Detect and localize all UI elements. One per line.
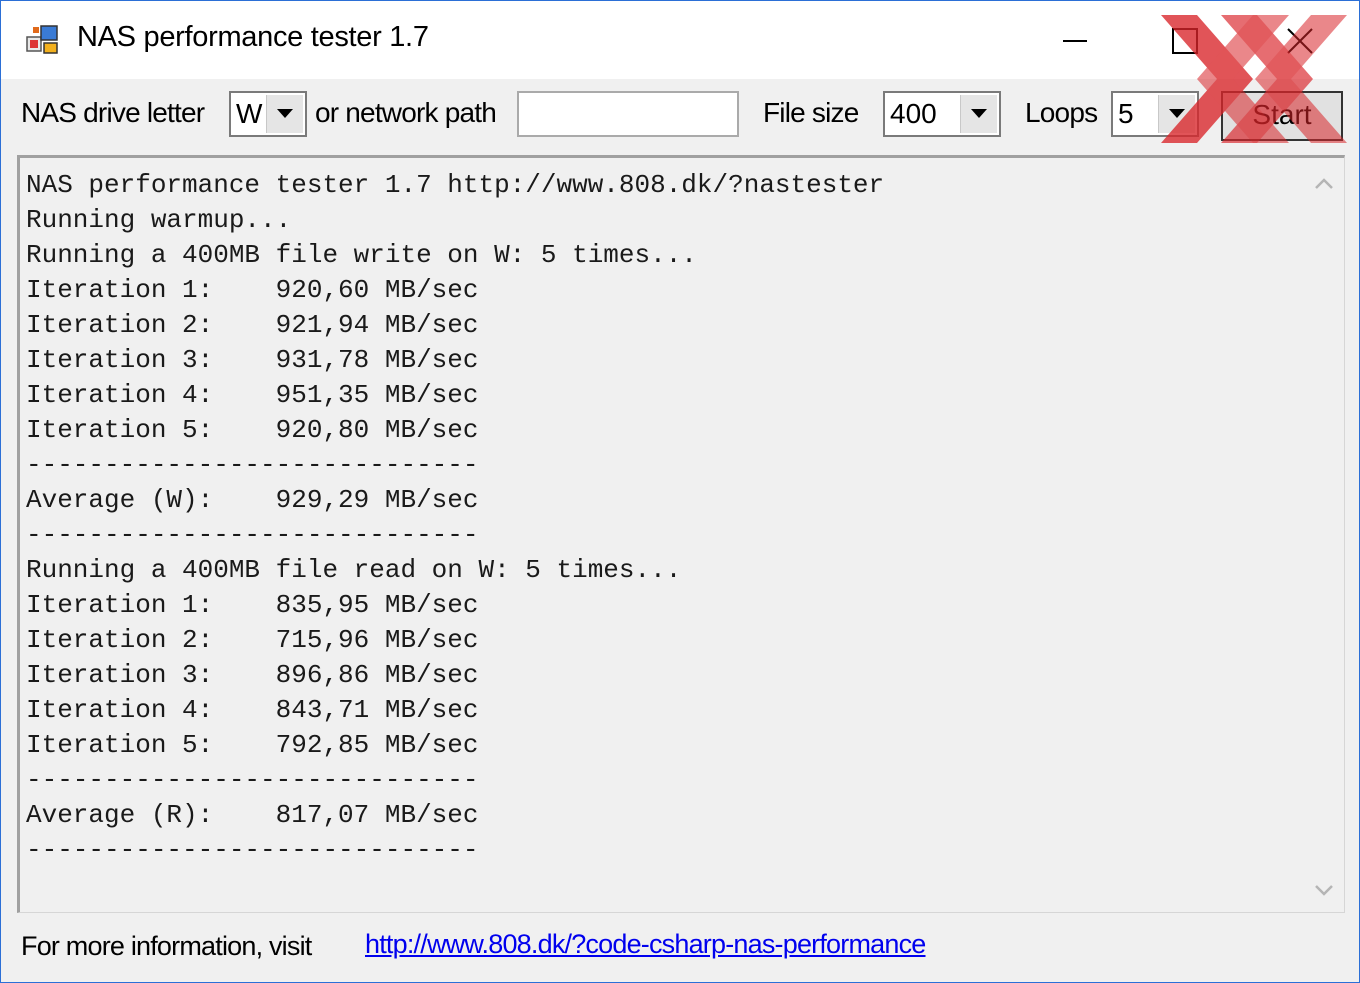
output-line: ----------------------------- (26, 520, 479, 550)
output-line: Iteration 5: 792,85 MB/sec (26, 730, 479, 760)
output-line: ----------------------------- (26, 835, 479, 865)
output-line: Running a 400MB file write on W: 5 times… (26, 240, 697, 270)
network-path-input[interactable] (517, 91, 739, 137)
window-title: NAS performance tester 1.7 (77, 21, 429, 53)
maximize-icon[interactable] (1157, 15, 1213, 67)
drive-letter-select[interactable]: W (229, 91, 307, 137)
file-size-label: File size (763, 97, 859, 128)
output-line: Iteration 3: 931,78 MB/sec (26, 345, 479, 375)
loops-dropdown-button[interactable] (1158, 95, 1195, 133)
chevron-down-icon (277, 109, 293, 118)
output-line: Iteration 2: 921,94 MB/sec (26, 310, 479, 340)
chevron-down-icon (1169, 109, 1185, 118)
loops-select[interactable]: 5 (1111, 91, 1199, 137)
loops-label: Loops (1025, 97, 1098, 128)
output-line: Iteration 4: 843,71 MB/sec (26, 695, 479, 725)
file-size-value: 400 (890, 98, 937, 129)
vertical-scrollbar[interactable] (1304, 158, 1344, 912)
app-icon (26, 25, 58, 54)
start-button[interactable]: Start (1221, 91, 1343, 141)
app-window: NAS performance tester 1.7 NAS drive let… (0, 0, 1360, 983)
drive-dropdown-button[interactable] (266, 95, 303, 133)
scroll-down-icon[interactable] (1314, 884, 1334, 898)
footer-link[interactable]: http://www.808.dk/?code-csharp-nas-perfo… (365, 929, 926, 960)
output-line: Iteration 5: 920,80 MB/sec (26, 415, 479, 445)
scroll-up-icon[interactable] (1314, 176, 1334, 190)
title-bar[interactable]: NAS performance tester 1.7 (1, 1, 1359, 79)
drive-letter-label: NAS drive letter (21, 97, 205, 128)
output-text: NAS performance tester 1.7 http://www.80… (26, 168, 884, 868)
drive-letter-value: W (236, 98, 263, 129)
output-line: Iteration 2: 715,96 MB/sec (26, 625, 479, 655)
output-line: Average (W): 929,29 MB/sec (26, 485, 479, 515)
close-icon[interactable] (1271, 15, 1327, 67)
output-line: Iteration 4: 951,35 MB/sec (26, 380, 479, 410)
output-line: ----------------------------- (26, 450, 479, 480)
output-line: ----------------------------- (26, 765, 479, 795)
output-line: Iteration 1: 835,95 MB/sec (26, 590, 479, 620)
output-line: Average (R): 817,07 MB/sec (26, 800, 479, 830)
loops-value: 5 (1118, 98, 1134, 129)
minimize-icon[interactable] (1047, 15, 1103, 67)
network-path-label: or network path (315, 97, 497, 128)
footer-info-label: For more information, visit (21, 931, 312, 961)
output-line: Running warmup... (26, 205, 292, 235)
chevron-down-icon (971, 109, 987, 118)
output-line: Iteration 1: 920,60 MB/sec (26, 275, 479, 305)
output-line: NAS performance tester 1.7 http://www.80… (26, 170, 885, 200)
file-size-select[interactable]: 400 (883, 91, 1001, 137)
file-size-dropdown-button[interactable] (960, 95, 997, 133)
output-line: Running a 400MB file read on W: 5 times.… (26, 555, 682, 585)
output-line: Iteration 3: 896,86 MB/sec (26, 660, 479, 690)
output-log[interactable]: NAS performance tester 1.7 http://www.80… (17, 155, 1345, 913)
toolbar: NAS drive letter W or network path File … (1, 79, 1359, 155)
